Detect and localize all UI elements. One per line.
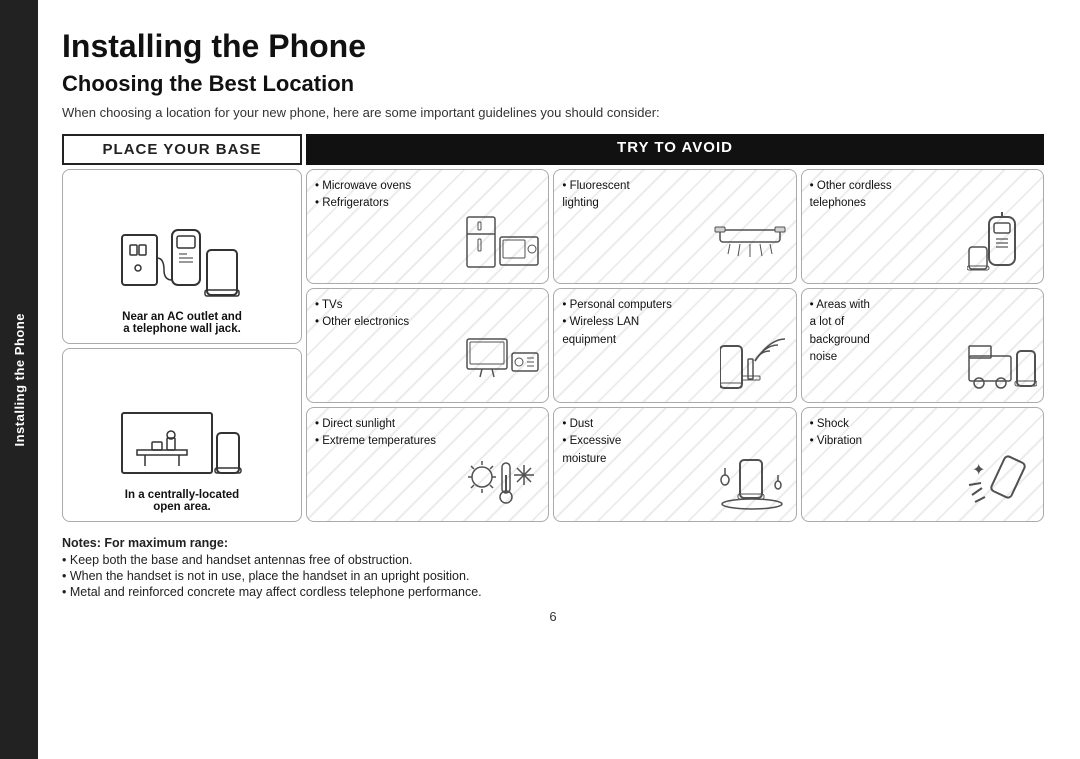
- fluorescent-icon: [710, 212, 790, 277]
- place-base-column: Near an AC outlet anda telephone wall ja…: [62, 169, 302, 522]
- avoid-cell-cordless: Other cordlesstelephones: [801, 169, 1044, 284]
- notes-list: Keep both the base and handset antennas …: [62, 553, 1044, 599]
- computers-bullet1: Personal computers: [562, 297, 787, 314]
- header-place-base: PLACE YOUR BASE: [62, 134, 302, 165]
- avoid-cell-computers: Personal computers Wireless LANequipment: [553, 288, 796, 403]
- page-subtitle: Choosing the Best Location: [62, 71, 1044, 97]
- sunlight-text: Direct sunlight Extreme temperatures: [315, 416, 540, 451]
- shock-text: Shock Vibration: [810, 416, 1035, 451]
- tvs-text: TVs Other electronics: [315, 297, 540, 332]
- place-cell-central: In a centrally-locatedopen area.: [62, 348, 302, 523]
- microwave-bullet1: Microwave ovens: [315, 178, 540, 195]
- notes-title: Notes: For maximum range:: [62, 536, 1044, 550]
- table-header-row: PLACE YOUR BASE TRY TO AVOID: [62, 134, 1044, 165]
- tvs-bullet2: Other electronics: [315, 314, 540, 331]
- side-tab-label: Installing the Phone: [12, 313, 27, 447]
- svg-text:✦: ✦: [972, 462, 985, 479]
- place-cell-central-caption: In a centrally-locatedopen area.: [125, 489, 239, 513]
- sunlight-bullet2: Extreme temperatures: [315, 433, 540, 450]
- noise-icon: [967, 331, 1037, 396]
- shock-icon: ✦: [967, 450, 1037, 515]
- avoid-cell-dust: Dust Excessivemoisture: [553, 407, 796, 522]
- fluorescent-text: Fluorescentlighting: [562, 178, 787, 213]
- avoid-cell-tvs: TVs Other electronics: [306, 288, 549, 403]
- avoid-cell-sunlight: Direct sunlight Extreme temperatures: [306, 407, 549, 522]
- note-item-1: Keep both the base and handset antennas …: [62, 553, 1044, 567]
- avoid-cell-shock: Shock Vibration ✦: [801, 407, 1044, 522]
- sunlight-bullet1: Direct sunlight: [315, 416, 540, 433]
- avoid-columns: Microwave ovens Refrigerators: [306, 169, 1044, 522]
- header-try-avoid: TRY TO AVOID: [306, 134, 1044, 165]
- fluorescent-bullet1: Fluorescentlighting: [562, 178, 787, 213]
- central-room-icon: [117, 398, 247, 483]
- side-tab: Installing the Phone: [0, 0, 38, 759]
- page-number: 6: [62, 609, 1044, 624]
- tvs-icon: [462, 331, 542, 396]
- dust-bullet1: Dust: [562, 416, 787, 433]
- cordless-bullet1: Other cordlesstelephones: [810, 178, 1035, 213]
- avoid-cell-microwave: Microwave ovens Refrigerators: [306, 169, 549, 284]
- note-item-2: When the handset is not in use, place th…: [62, 569, 1044, 583]
- shock-bullet2: Vibration: [810, 433, 1035, 450]
- microwave-text: Microwave ovens Refrigerators: [315, 178, 540, 213]
- grid-container: Near an AC outlet anda telephone wall ja…: [62, 169, 1044, 522]
- notes-section: Notes: For maximum range: Keep both the …: [62, 536, 1044, 599]
- main-content: Installing the Phone Choosing the Best L…: [38, 0, 1080, 759]
- shock-bullet1: Shock: [810, 416, 1035, 433]
- sunlight-icon: [462, 455, 542, 515]
- page-title: Installing the Phone: [62, 28, 1044, 65]
- outlet-icon: [117, 220, 247, 305]
- intro-text: When choosing a location for your new ph…: [62, 105, 1044, 120]
- place-cell-outlet-caption: Near an AC outlet anda telephone wall ja…: [122, 311, 242, 335]
- dust-icon: [710, 450, 790, 515]
- tvs-bullet1: TVs: [315, 297, 540, 314]
- computers-icon: [720, 331, 790, 396]
- cordless-text: Other cordlesstelephones: [810, 178, 1035, 213]
- place-cell-outlet: Near an AC outlet anda telephone wall ja…: [62, 169, 302, 344]
- avoid-cell-noise: Areas witha lot ofbackgroundnoise: [801, 288, 1044, 403]
- microwave-icon: [462, 212, 542, 277]
- note-item-3: Metal and reinforced concrete may affect…: [62, 585, 1044, 599]
- avoid-cell-fluorescent: Fluorescentlighting: [553, 169, 796, 284]
- cordless-phone-icon: [967, 212, 1037, 277]
- microwave-bullet2: Refrigerators: [315, 195, 540, 212]
- page-wrapper: Installing the Phone Installing the Phon…: [0, 0, 1080, 759]
